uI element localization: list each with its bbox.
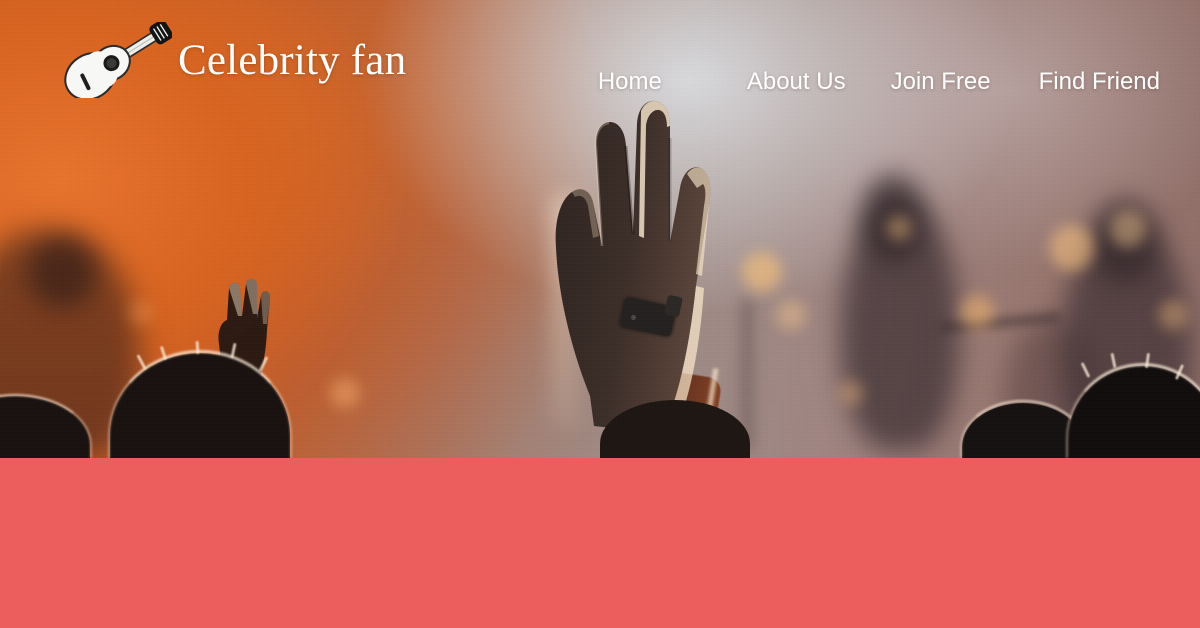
bokeh-light <box>1158 300 1188 330</box>
bokeh-light <box>886 215 912 241</box>
page-root: Celebrity fan Home About Us Join Free Fi… <box>0 0 1200 628</box>
quick-search-bar: QUICK SEARCH I AM: MAN SEEKING A: WOMAN … <box>0 458 1200 628</box>
brand-logo-link[interactable]: Celebrity fan <box>60 19 407 101</box>
hair-strand <box>195 340 200 355</box>
nav-item-find-friend[interactable]: Find Friend <box>1039 70 1160 94</box>
nav-item-join-free[interactable]: Join Free <box>891 70 991 94</box>
bokeh-light <box>776 300 806 330</box>
bokeh-light <box>742 252 782 292</box>
nav-item-about-us[interactable]: About Us <box>747 70 846 94</box>
bokeh-light <box>1110 210 1146 248</box>
bokeh-light <box>1050 225 1094 271</box>
bokeh-light <box>960 295 994 329</box>
bokeh-light <box>838 380 864 406</box>
blurred-figure-left-head <box>28 238 96 308</box>
guitar-icon <box>60 19 173 101</box>
nav-item-home[interactable]: Home <box>598 70 662 94</box>
main-navigation: Home About Us Join Free Find Friend <box>598 70 1160 94</box>
brand-name: Celebrity fan <box>178 36 407 84</box>
bokeh-light <box>128 300 154 326</box>
site-header: Celebrity fan Home About Us Join Free Fi… <box>0 0 1200 150</box>
bokeh-light <box>330 378 360 408</box>
